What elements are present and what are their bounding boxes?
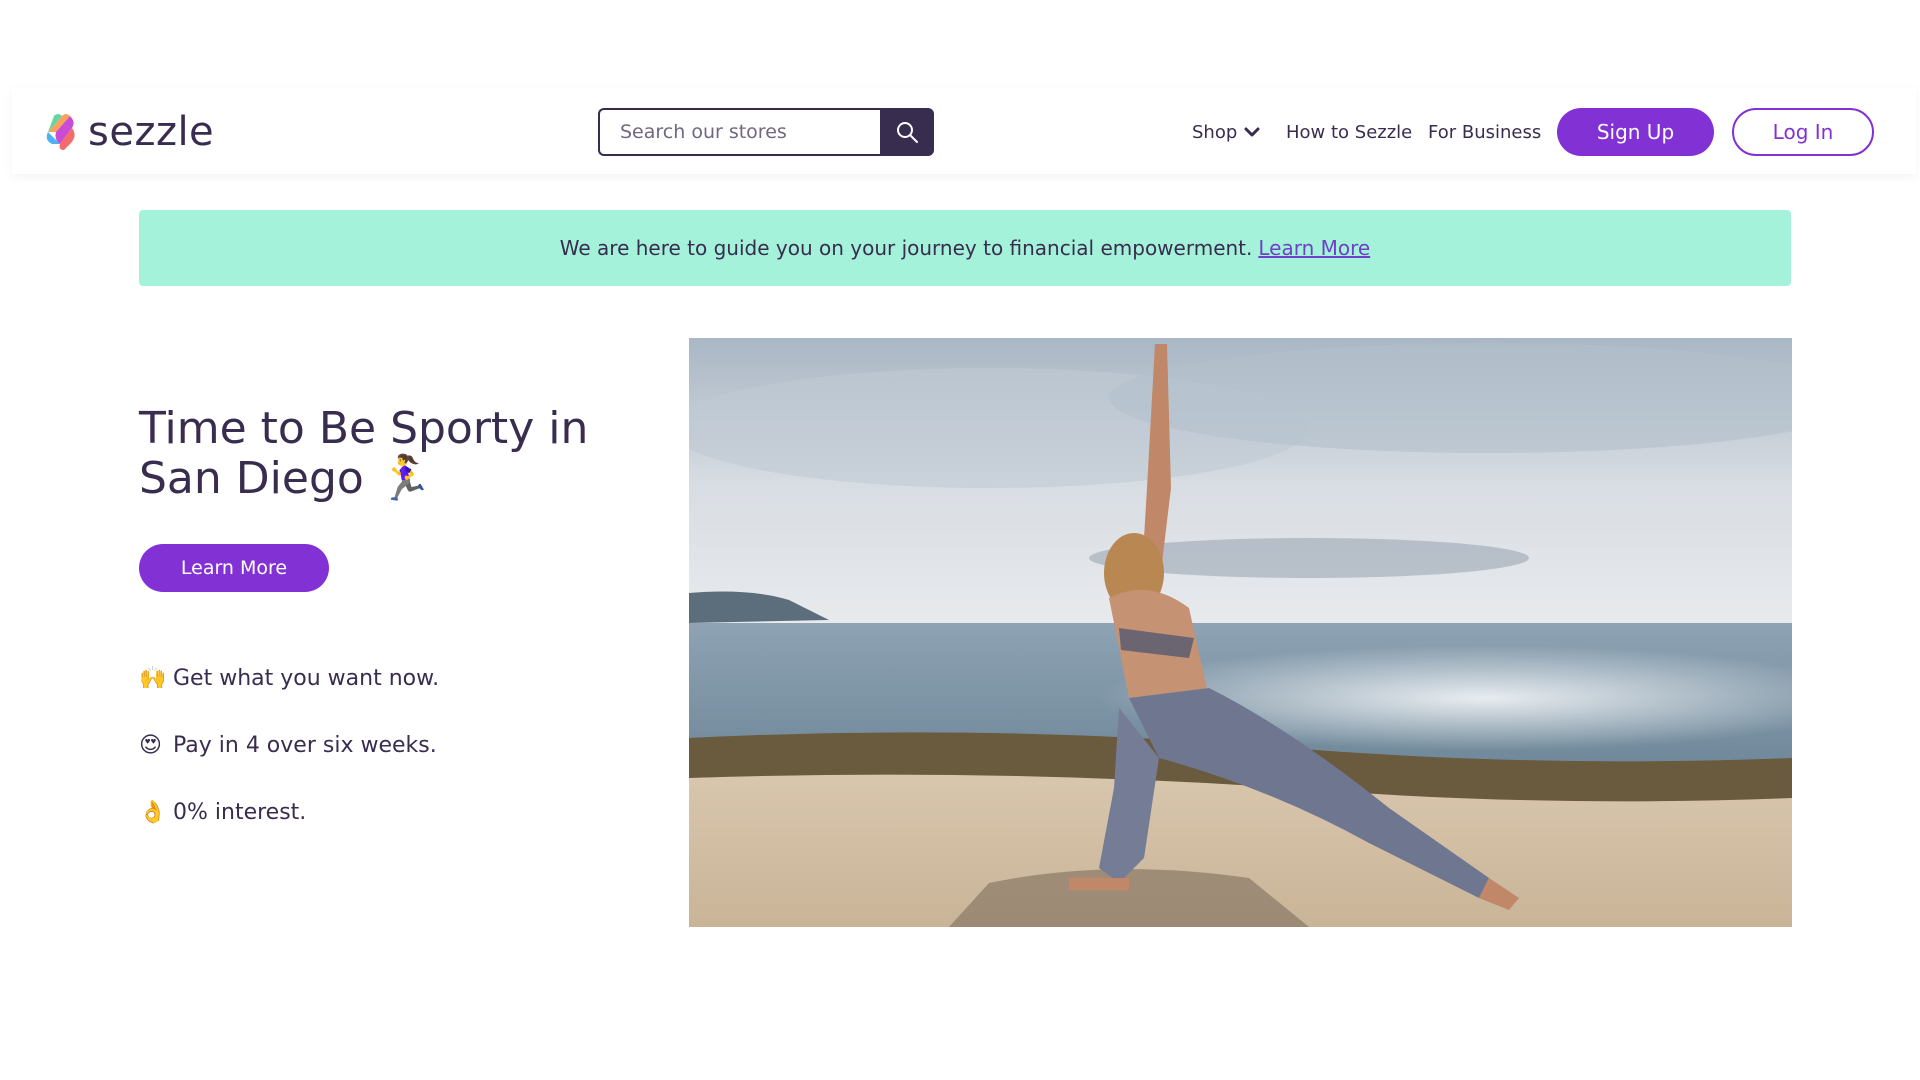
heart-eyes-icon: 😍	[139, 732, 162, 758]
search-button[interactable]	[880, 108, 934, 156]
nav-shop-label: Shop	[1192, 121, 1238, 143]
log-in-button[interactable]: Log In	[1732, 108, 1874, 156]
nav-how-to-sezzle-label: How to Sezzle	[1286, 121, 1413, 143]
feature-item: 👌 0% interest.	[139, 794, 439, 830]
banner-learn-more-link[interactable]: Learn More	[1258, 236, 1370, 260]
sezzle-logo-icon	[46, 114, 75, 150]
nav-for-business-label: For Business	[1428, 121, 1542, 143]
search-icon	[897, 122, 918, 143]
store-search	[598, 108, 934, 156]
sezzle-logo[interactable]: sezzle	[42, 110, 214, 154]
feature-item: 😍 Pay in 4 over six weeks.	[139, 727, 439, 763]
feature-item: 🙌 Get what you want now.	[139, 660, 439, 696]
raising-hands-icon: 🙌	[139, 665, 167, 691]
logo-text: sezzle	[88, 109, 215, 155]
feature-text: Get what you want now.	[173, 665, 440, 691]
sign-up-button[interactable]: Sign Up	[1557, 108, 1714, 156]
feature-text: 0% interest.	[173, 799, 307, 825]
hero-image	[689, 338, 1792, 927]
feature-text: Pay in 4 over six weeks.	[173, 732, 437, 758]
chevron-down-icon	[1244, 127, 1260, 137]
ok-hand-icon: 👌	[139, 799, 167, 825]
hero-title: Time to Be Sporty in San Diego 🏃‍♀️	[139, 403, 589, 504]
hero-learn-more-button[interactable]: Learn More	[139, 544, 329, 592]
info-banner: We are here to guide you on your journey…	[139, 210, 1791, 286]
banner-text: We are here to guide you on your journey…	[559, 236, 1253, 260]
site-header: sezzle Shop How to Sezzle For Business S…	[12, 88, 1916, 174]
nav-how-to-sezzle[interactable]: How to Sezzle	[1286, 108, 1412, 156]
nav-for-business[interactable]: For Business	[1428, 108, 1541, 156]
feature-list: 🙌 Get what you want now. 😍 Pay in 4 over…	[139, 660, 439, 861]
search-input[interactable]	[598, 108, 880, 156]
nav-shop[interactable]: Shop	[1192, 108, 1261, 156]
